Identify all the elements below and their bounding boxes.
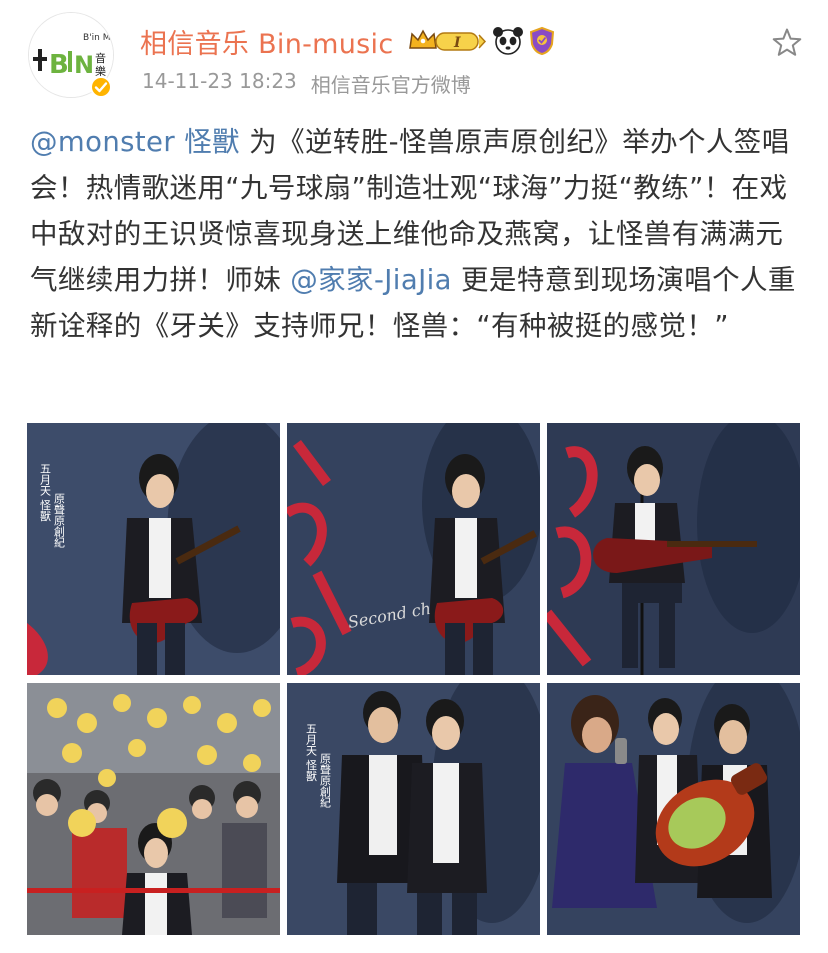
mention-link[interactable]: @monster 怪獸 — [30, 126, 240, 158]
photo-thumbnail[interactable]: Second chance — [287, 423, 540, 675]
panda-icon[interactable] — [492, 26, 524, 56]
username-link[interactable]: 相信音乐 Bin-music — [140, 22, 394, 61]
svg-text:B: B — [49, 50, 69, 80]
post-header: B'in MUSIC B N 音 樂 相信音乐 Bin-music I — [28, 12, 808, 102]
verified-icon — [90, 76, 112, 98]
star-follow-icon[interactable] — [770, 26, 804, 60]
photo-thumbnail[interactable]: 五月天 怪獸 原聲原創紀 — [27, 423, 280, 675]
photo-thumbnail[interactable] — [547, 423, 800, 675]
poster-caption: 五月天 怪獸 — [305, 723, 318, 782]
username-row: 相信音乐 Bin-music I — [140, 22, 556, 61]
photo-grid: 五月天 怪獸 原聲原創紀 Second chance 五月天 怪獸 原聲原創紀 — [27, 423, 800, 935]
shield-badge-icon[interactable] — [528, 26, 556, 56]
poster-caption: 五月天 怪獸 — [39, 463, 52, 522]
vip-level-text: I — [453, 35, 461, 51]
photo-thumbnail[interactable]: 五月天 怪獸 原聲原創紀 — [287, 683, 540, 935]
poster-caption: 原聲原創紀 — [53, 493, 66, 548]
post-source[interactable]: 相信音乐官方微博 — [311, 69, 471, 98]
avatar-brand-text: B'in MUSIC — [83, 33, 114, 43]
poster-caption: 原聲原創紀 — [319, 753, 332, 808]
svg-text:N: N — [74, 51, 94, 79]
mention-link[interactable]: @家家-JiaJia — [290, 264, 452, 296]
post-meta: 14-11-23 18:23 相信音乐官方微博 — [142, 69, 471, 98]
photo-thumbnail[interactable] — [27, 683, 280, 935]
badge-list: I — [402, 26, 556, 56]
svg-text:音: 音 — [95, 51, 106, 65]
post-body: @monster 怪獸 为《逆转胜-怪兽原声原创纪》举办个人签唱会！热情歌迷用“… — [30, 119, 800, 349]
crown-vip-icon[interactable]: I — [406, 26, 488, 56]
photo-thumbnail[interactable] — [547, 683, 800, 935]
post-timestamp[interactable]: 14-11-23 18:23 — [142, 69, 297, 98]
